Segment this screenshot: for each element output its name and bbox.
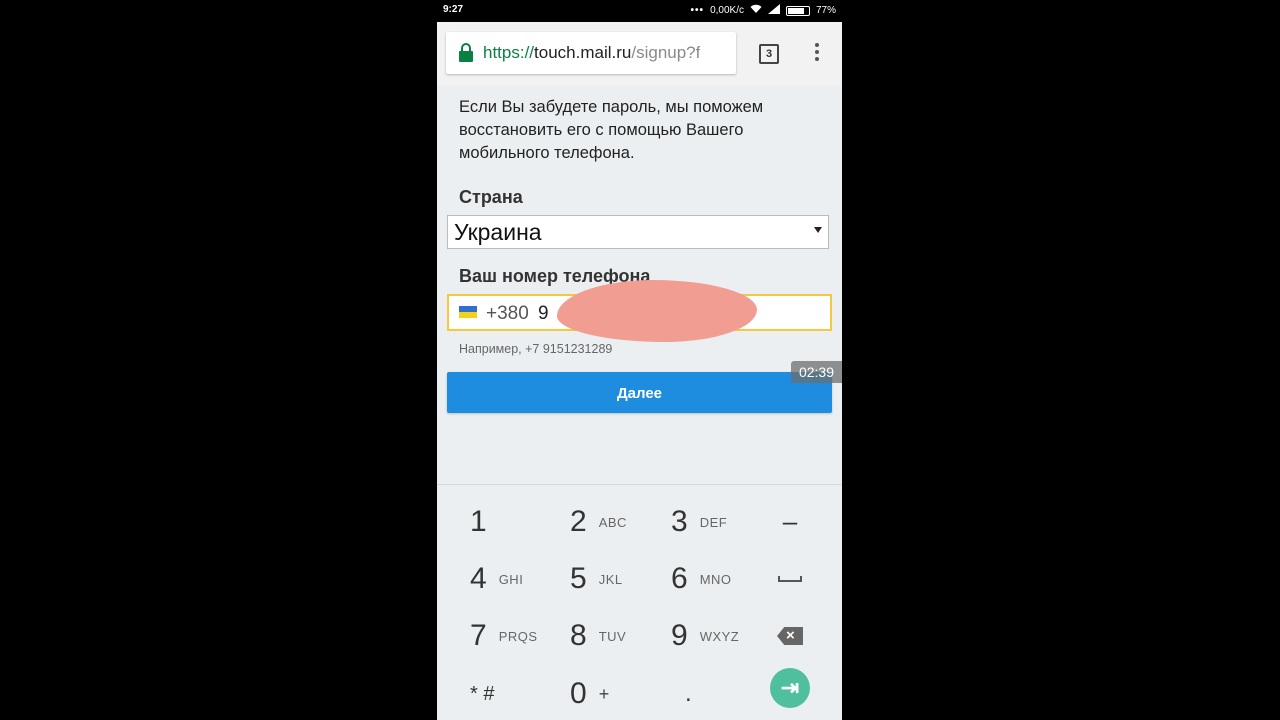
battery-icon (785, 5, 810, 16)
key-7[interactable]: 7 PRQS (470, 608, 538, 664)
address-bar[interactable]: https://touch.mail.ru/signup?f (446, 32, 736, 74)
country-select-value: Украина (454, 219, 542, 245)
key-digit: * # (470, 682, 495, 705)
key-8[interactable]: 8 TUV (570, 608, 626, 664)
next-button[interactable]: Далее (447, 372, 832, 413)
phone-input-value: 9 (538, 303, 549, 324)
key-digit: 5 (570, 562, 587, 595)
key-4[interactable]: 4 GHI (470, 551, 523, 607)
country-select[interactable]: Украина (447, 215, 829, 249)
wifi-icon (750, 4, 762, 17)
key-dot[interactable]: . (671, 666, 692, 720)
key-letters: JKL (598, 571, 623, 587)
key-digit: 9 (671, 619, 688, 652)
url-host: touch.mail.ru (534, 43, 632, 62)
numeric-keypad: 1 2 ABC 3 DEF 4 GHI 5 JKL 6 MNO 7 PRQS 8 TUV 9W… (437, 484, 842, 720)
key-letters: WXYZ (699, 628, 740, 644)
tab-switcher-button[interactable]: 3 (759, 44, 779, 64)
redaction-overlay (557, 280, 757, 342)
status-bar: 9:27 ••• 0,00K/c 77% (437, 0, 842, 22)
key-digit: 0 (570, 677, 587, 710)
key-minus[interactable]: – (772, 503, 808, 539)
browser-toolbar: https://touch.mail.ru/signup?f 3 (437, 22, 842, 86)
key-letters: PRQS (498, 628, 538, 644)
backspace-icon[interactable]: × (772, 618, 808, 654)
signal-icon (767, 4, 780, 17)
key-digit: 6 (671, 562, 688, 595)
key-letters: DEF (699, 514, 728, 530)
key-6[interactable]: 6 MNO (671, 551, 732, 607)
url-scheme: https:// (483, 43, 535, 62)
status-right: ••• 0,00K/c 77% (691, 4, 836, 17)
phone-screen: 9:27 ••• 0,00K/c 77% https://touch.mail.… (437, 0, 842, 720)
url-path: /signup?f (631, 43, 701, 62)
key-1[interactable]: 1 (470, 494, 487, 550)
key-digit: 2 (570, 505, 587, 538)
status-time: 9:27 (443, 4, 464, 15)
phone-input[interactable]: +380 9 (447, 280, 832, 342)
space-icon[interactable] (772, 561, 808, 597)
url-text[interactable]: https://touch.mail.ru/signup?f (483, 43, 700, 63)
key-2[interactable]: 2 ABC (570, 494, 627, 550)
notification-dots-icon: ••• (690, 5, 705, 16)
signup-form: Если Вы забудете пароль, мы поможем восс… (437, 86, 842, 484)
key-9[interactable]: 9 WXYZ (671, 608, 739, 664)
key-digit: 1 (470, 505, 487, 538)
dropdown-arrow-icon (814, 227, 822, 233)
key-0[interactable]: 0 + (570, 666, 610, 720)
key-digit: 3 (671, 505, 688, 538)
lock-icon (459, 43, 473, 63)
overflow-menu-icon[interactable] (814, 43, 820, 65)
key-letters: GHI (498, 571, 524, 587)
key-star-hash[interactable]: * # (470, 666, 494, 720)
key-3[interactable]: 3 DEF (671, 494, 727, 550)
video-timer: 02:39 (791, 361, 842, 383)
key-digit: 8 (570, 619, 587, 652)
phone-prefix: +380 (486, 303, 529, 324)
next-field-icon[interactable]: ⇥ (770, 668, 810, 708)
key-digit: . (685, 680, 692, 707)
key-digit: 4 (470, 562, 487, 595)
key-letters: ABC (598, 514, 627, 530)
key-digit: 7 (470, 619, 487, 652)
key-letters: MNO (699, 571, 732, 587)
country-label: Страна (459, 187, 523, 207)
phone-hint: Например, +7 9151231289 (459, 342, 613, 356)
net-speed: 0,00K/c (710, 5, 744, 16)
recovery-info-text: Если Вы забудете пароль, мы поможем восс… (459, 98, 764, 162)
ukraine-flag-icon (459, 306, 477, 318)
key-letters: + (598, 683, 610, 704)
key-5[interactable]: 5 JKL (570, 551, 623, 607)
battery-percent: 77% (815, 5, 836, 16)
key-letters: TUV (598, 628, 627, 644)
